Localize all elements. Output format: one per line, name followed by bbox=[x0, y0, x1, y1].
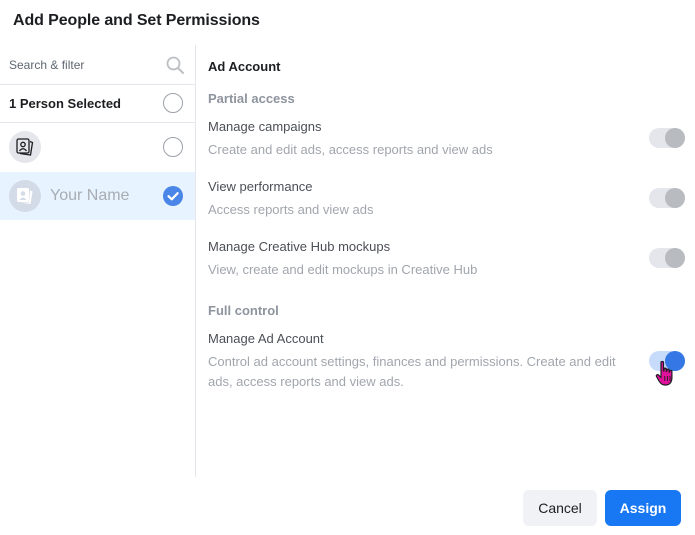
selected-summary-row[interactable]: 1 Person Selected bbox=[0, 85, 195, 123]
section-title: Ad Account bbox=[208, 59, 281, 74]
avatar bbox=[9, 180, 41, 212]
person-row[interactable]: Your Name bbox=[0, 172, 195, 220]
toggle-knob bbox=[665, 128, 685, 148]
search-row bbox=[0, 45, 195, 85]
assign-button[interactable]: Assign bbox=[605, 490, 681, 526]
search-input[interactable] bbox=[9, 56, 159, 74]
permission-description: Create and edit ads, access reports and … bbox=[208, 142, 493, 157]
dialog-title: Add People and Set Permissions bbox=[13, 12, 260, 29]
selected-count-label: 1 Person Selected bbox=[9, 96, 121, 111]
toggle-manage-campaigns[interactable] bbox=[649, 128, 685, 148]
permission-name: Manage campaigns bbox=[208, 119, 322, 134]
toggle-knob bbox=[665, 351, 685, 371]
permission-name: Manage Ad Account bbox=[208, 331, 324, 346]
permission-name: View performance bbox=[208, 179, 313, 194]
search-icon[interactable] bbox=[165, 55, 185, 75]
person-page-icon bbox=[16, 138, 34, 156]
toggle-manage-creative-hub-mockups[interactable] bbox=[649, 248, 685, 268]
checkmark-icon bbox=[167, 192, 179, 201]
people-panel: 1 Person Selected Your Name bbox=[0, 45, 196, 477]
toggle-manage-ad-account[interactable] bbox=[649, 351, 685, 371]
permission-description: Control ad account settings, finances an… bbox=[208, 354, 616, 389]
permission-description: View, create and edit mockups in Creativ… bbox=[208, 262, 478, 277]
person-select-radio[interactable] bbox=[163, 137, 183, 157]
group-label-full-control: Full control bbox=[208, 303, 279, 318]
toggle-knob bbox=[665, 188, 685, 208]
toggle-knob bbox=[665, 248, 685, 268]
avatar bbox=[9, 131, 41, 163]
group-label-partial-access: Partial access bbox=[208, 91, 295, 106]
cancel-button[interactable]: Cancel bbox=[523, 490, 597, 526]
select-all-radio[interactable] bbox=[163, 93, 183, 113]
permission-name: Manage Creative Hub mockups bbox=[208, 239, 391, 254]
permission-description: Access reports and view ads bbox=[208, 202, 374, 217]
person-page-icon bbox=[17, 188, 33, 204]
person-row[interactable] bbox=[0, 124, 195, 172]
toggle-view-performance[interactable] bbox=[649, 188, 685, 208]
person-selected-check[interactable] bbox=[163, 186, 183, 206]
person-name: Your Name bbox=[50, 187, 130, 204]
